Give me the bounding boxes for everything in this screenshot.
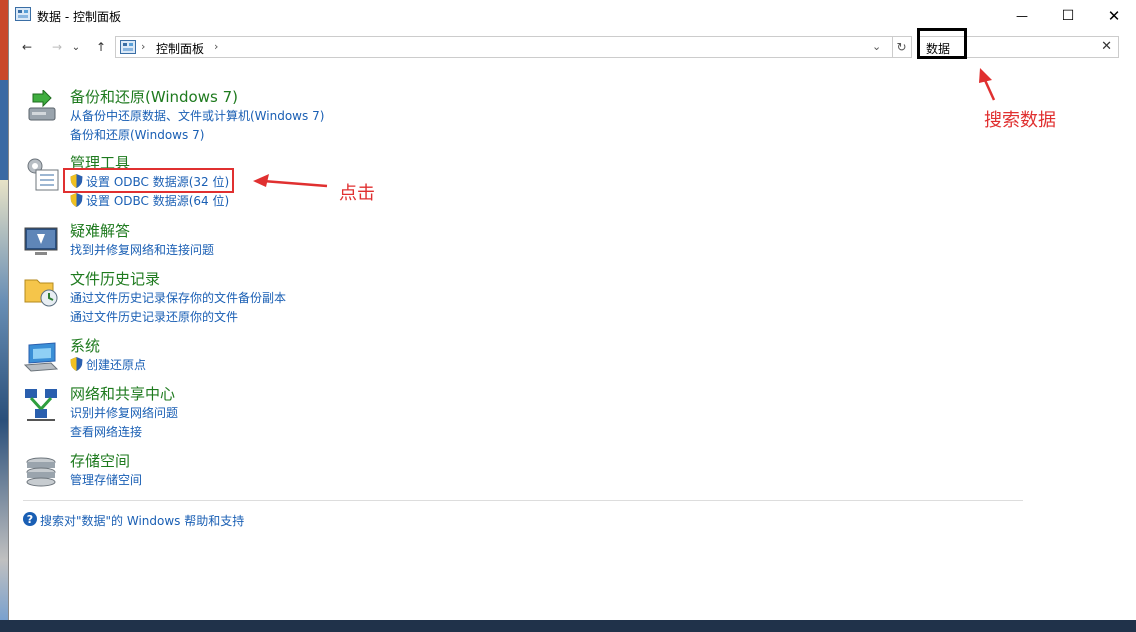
refresh-icon: ↻ [896,40,907,54]
minimize-icon: — [1016,8,1028,23]
results-divider [23,500,1023,501]
breadcrumb-control-panel[interactable]: 控制面板 [156,40,204,57]
search-results: 备份和还原(Windows 7) 从备份中还原数据、文件或计算机(Windows… [9,70,1136,620]
arrow-annotation-icon [253,174,328,188]
minimize-button[interactable]: — [999,0,1045,31]
address-dropdown-icon[interactable]: ⌄ [872,40,881,53]
category-title[interactable]: 文件历史记录 [70,268,160,289]
up-button[interactable]: ↑ [91,37,111,57]
maximize-button[interactable]: ☐ [1045,0,1091,31]
category-title[interactable]: 疑难解答 [70,220,130,241]
link-odbc-64[interactable]: 设置 ODBC 数据源(64 位) [86,192,229,209]
storage-spaces-icon [26,457,56,487]
back-arrow-icon: ← [21,40,33,54]
network-sharing-icon [25,389,57,421]
category-title[interactable]: 备份和还原(Windows 7) [70,86,238,107]
link-save-backup[interactable]: 通过文件历史记录保存你的文件备份副本 [70,289,286,306]
link-restore-files[interactable]: 通过文件历史记录还原你的文件 [70,308,238,325]
close-button[interactable]: ✕ [1091,0,1136,31]
forward-arrow-icon: → [51,40,63,54]
click-annotation-label: 点击 [339,183,375,204]
uac-shield-icon [70,193,83,207]
back-button[interactable]: ← [17,37,37,57]
file-history-icon [24,279,58,307]
desktop-background [0,0,8,632]
help-search-text[interactable]: 搜索对"数据"的 Windows 帮助和支持 [40,512,244,529]
system-icon [23,342,59,372]
recent-locations-button[interactable]: ⌄ [70,37,82,57]
odbc-highlight-box [63,168,234,193]
chevron-down-icon: ⌄ [71,41,81,53]
close-icon: ✕ [1107,6,1121,25]
desktop-taskbar-strip [0,620,1136,632]
category-title[interactable]: 网络和共享中心 [70,383,175,404]
admin-tools-icon [27,158,59,191]
category-title[interactable]: 系统 [70,335,100,356]
link-identify-network-problems[interactable]: 识别并修复网络问题 [70,404,178,421]
help-question-icon: ? [23,512,37,526]
link-restore-from-backup[interactable]: 从备份中还原数据、文件或计算机(Windows 7) [70,107,324,124]
address-bar[interactable]: › 控制面板 › ⌄ [115,36,893,58]
control-panel-icon [15,7,31,21]
link-create-restore-point[interactable]: 创建还原点 [86,356,146,373]
backup-restore-icon [28,90,56,121]
link-manage-storage-spaces[interactable]: 管理存储空间 [70,471,142,488]
breadcrumb-separator-icon[interactable]: › [141,40,145,53]
forward-button[interactable]: → [47,37,67,57]
title-bar: 数据 - 控制面板 — ☐ ✕ [9,0,1136,31]
window-title: 数据 - 控制面板 [37,10,121,24]
breadcrumb-separator-icon[interactable]: › [214,40,218,53]
refresh-button[interactable]: ↻ [892,36,912,58]
search-highlight-box [917,28,967,59]
troubleshooting-icon [24,227,58,255]
uac-shield-icon [70,357,83,371]
category-title[interactable]: 存储空间 [70,450,130,471]
link-backup-restore[interactable]: 备份和还原(Windows 7) [70,126,204,143]
clear-search-icon[interactable]: ✕ [1101,39,1112,54]
control-panel-window: 数据 - 控制面板 — ☐ ✕ ← → ⌄ ↑ › 控制面板 › ⌄ ↻ 数据 … [8,0,1136,620]
link-view-network-connections[interactable]: 查看网络连接 [70,423,142,440]
maximize-icon: ☐ [1061,7,1075,24]
arrow-annotation-icon [979,68,996,101]
control-panel-icon [120,40,136,54]
link-fix-network[interactable]: 找到并修复网络和连接问题 [70,241,214,258]
search-annotation-label: 搜索数据 [984,110,1056,131]
up-arrow-icon: ↑ [95,40,107,54]
